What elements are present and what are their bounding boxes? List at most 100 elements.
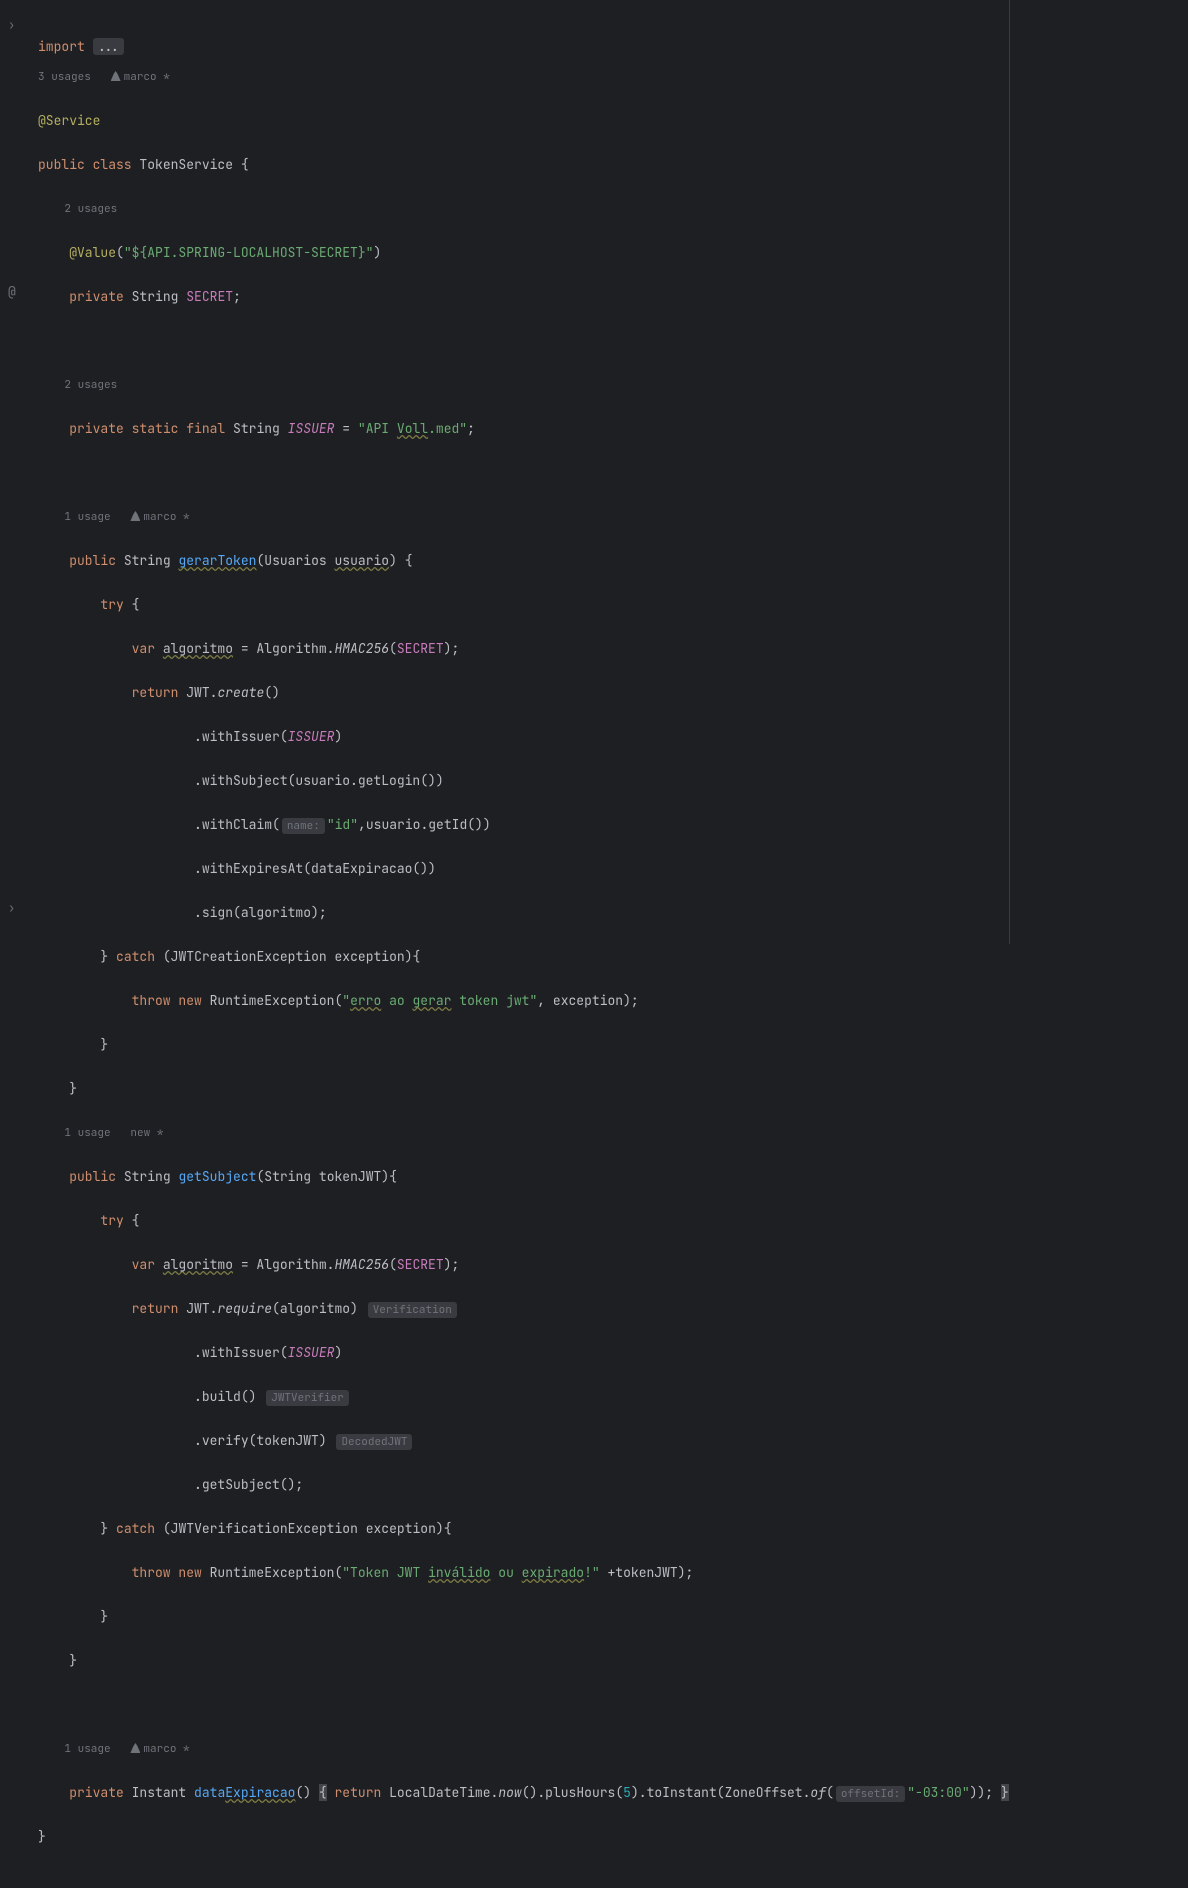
string: token jwt": [451, 992, 537, 1009]
paren: (: [163, 948, 171, 965]
brace: {: [389, 1168, 397, 1185]
chain-call: .withIssuer(: [194, 728, 288, 745]
semicolon: ;: [686, 1564, 694, 1581]
usages-hint[interactable]: 3 usages: [38, 70, 91, 84]
field-ref: SECRET: [397, 640, 444, 657]
string-typo: inválido: [428, 1564, 490, 1581]
static-method: now: [498, 1784, 521, 1801]
brace: }: [38, 1828, 46, 1845]
string: .med": [428, 420, 467, 437]
paren: ): [334, 1344, 342, 1361]
keyword-return: return: [132, 684, 179, 701]
field-name: SECRET: [186, 288, 233, 305]
chain-call: .withExpiresAt(dataExpiracao(): [194, 860, 428, 877]
modifiers: public class: [38, 156, 132, 173]
paren: (: [389, 1256, 397, 1273]
paren: (: [334, 1564, 342, 1581]
semicolon: ;: [295, 1476, 303, 1493]
param-name: tokenJWT: [319, 1168, 381, 1185]
args: , exception: [537, 992, 623, 1009]
semicolon: ;: [985, 1784, 993, 1801]
keyword-var: var: [132, 640, 155, 657]
method-name: gerarToken: [178, 552, 256, 569]
string-typo: expirado: [522, 1564, 584, 1581]
paren: (: [272, 1300, 280, 1317]
parens: (): [295, 1784, 311, 1801]
return-type: Instant: [132, 1784, 187, 1801]
code-editor[interactable]: › @ › import ... 3 usages marco * @Servi…: [0, 0, 1188, 944]
brace: {: [319, 1784, 327, 1801]
override-icon[interactable]: @: [8, 281, 16, 303]
string: "id": [327, 816, 358, 833]
brace: {: [132, 1212, 140, 1229]
usages-hint[interactable]: 2 usages: [64, 378, 117, 392]
text: JWT.: [178, 1300, 217, 1317]
class-ref: RuntimeException: [210, 992, 335, 1009]
string-typo: Voll: [397, 420, 428, 437]
paren: ): [334, 728, 342, 745]
paren: ): [319, 1432, 327, 1449]
author-hint[interactable]: marco *: [124, 70, 170, 84]
keyword-var: var: [132, 1256, 155, 1273]
author-hint[interactable]: new *: [130, 1126, 163, 1140]
field-name: ISSUER: [288, 420, 335, 437]
param-hint: offsetId:: [836, 1786, 905, 1802]
string: "Token JWT: [342, 1564, 428, 1581]
brace: }: [100, 1608, 108, 1625]
fold-ellipsis[interactable]: ...: [93, 38, 124, 55]
modifier: public: [69, 552, 116, 569]
comma: ,: [358, 816, 366, 833]
annotation: @Service: [38, 112, 100, 129]
static-method: create: [217, 684, 264, 701]
text: = Algorithm.: [233, 1256, 334, 1273]
usages-hint[interactable]: 1 usage: [64, 1126, 110, 1140]
text: = Algorithm.: [233, 640, 334, 657]
string: !": [584, 1564, 600, 1581]
author-hint[interactable]: marco *: [143, 1742, 189, 1756]
static-method: require: [217, 1300, 272, 1317]
string: ao: [381, 992, 412, 1009]
brace: {: [405, 552, 413, 569]
keyword-throw: throw new: [132, 992, 202, 1009]
string: "API: [358, 420, 397, 437]
static-method: HMAC256: [334, 640, 389, 657]
paren: ): [428, 860, 436, 877]
semicolon: ;: [233, 288, 241, 305]
author-hint[interactable]: marco *: [143, 510, 189, 524]
usages-hint[interactable]: 2 usages: [64, 202, 117, 216]
keyword-import: import: [38, 38, 85, 55]
eq: =: [334, 420, 357, 437]
code-area[interactable]: import ... 3 usages marco * @Service pub…: [36, 0, 1010, 944]
paren: (: [116, 244, 124, 261]
keyword-try: try: [100, 596, 123, 613]
keyword-return: return: [132, 1300, 179, 1317]
gutter[interactable]: › @ ›: [0, 0, 36, 944]
string: "${API.SPRING-LOCALHOST-SECRET}": [124, 244, 374, 261]
string: ou: [490, 1564, 521, 1581]
parens: )): [970, 1784, 986, 1801]
param-name: usuario: [335, 552, 390, 569]
usages-hint[interactable]: 1 usage: [64, 1742, 110, 1756]
brace: {: [444, 1520, 452, 1537]
paren: ): [678, 1564, 686, 1581]
string-typo: erro: [350, 992, 381, 1009]
chain-call: .verify(tokenJWT: [194, 1432, 319, 1449]
author-icon: [130, 511, 140, 521]
text: JWT.: [178, 684, 217, 701]
paren: ): [444, 1256, 452, 1273]
fold-icon[interactable]: ›: [8, 14, 15, 36]
paren: ): [623, 992, 631, 1009]
brace: {: [132, 596, 140, 613]
fold-icon[interactable]: ›: [8, 897, 15, 919]
brace: }: [100, 1036, 108, 1053]
brace: {: [413, 948, 421, 965]
paren: ): [381, 1168, 389, 1185]
chain-call: .build(): [194, 1388, 256, 1405]
paren: ): [350, 1300, 358, 1317]
chain-call: .getSubject(): [194, 1476, 295, 1493]
usages-hint[interactable]: 1 usage: [64, 510, 110, 524]
author-icon: [111, 71, 121, 81]
paren: (: [163, 1520, 171, 1537]
field-ref: SECRET: [397, 1256, 444, 1273]
class-name: TokenService: [139, 156, 233, 173]
